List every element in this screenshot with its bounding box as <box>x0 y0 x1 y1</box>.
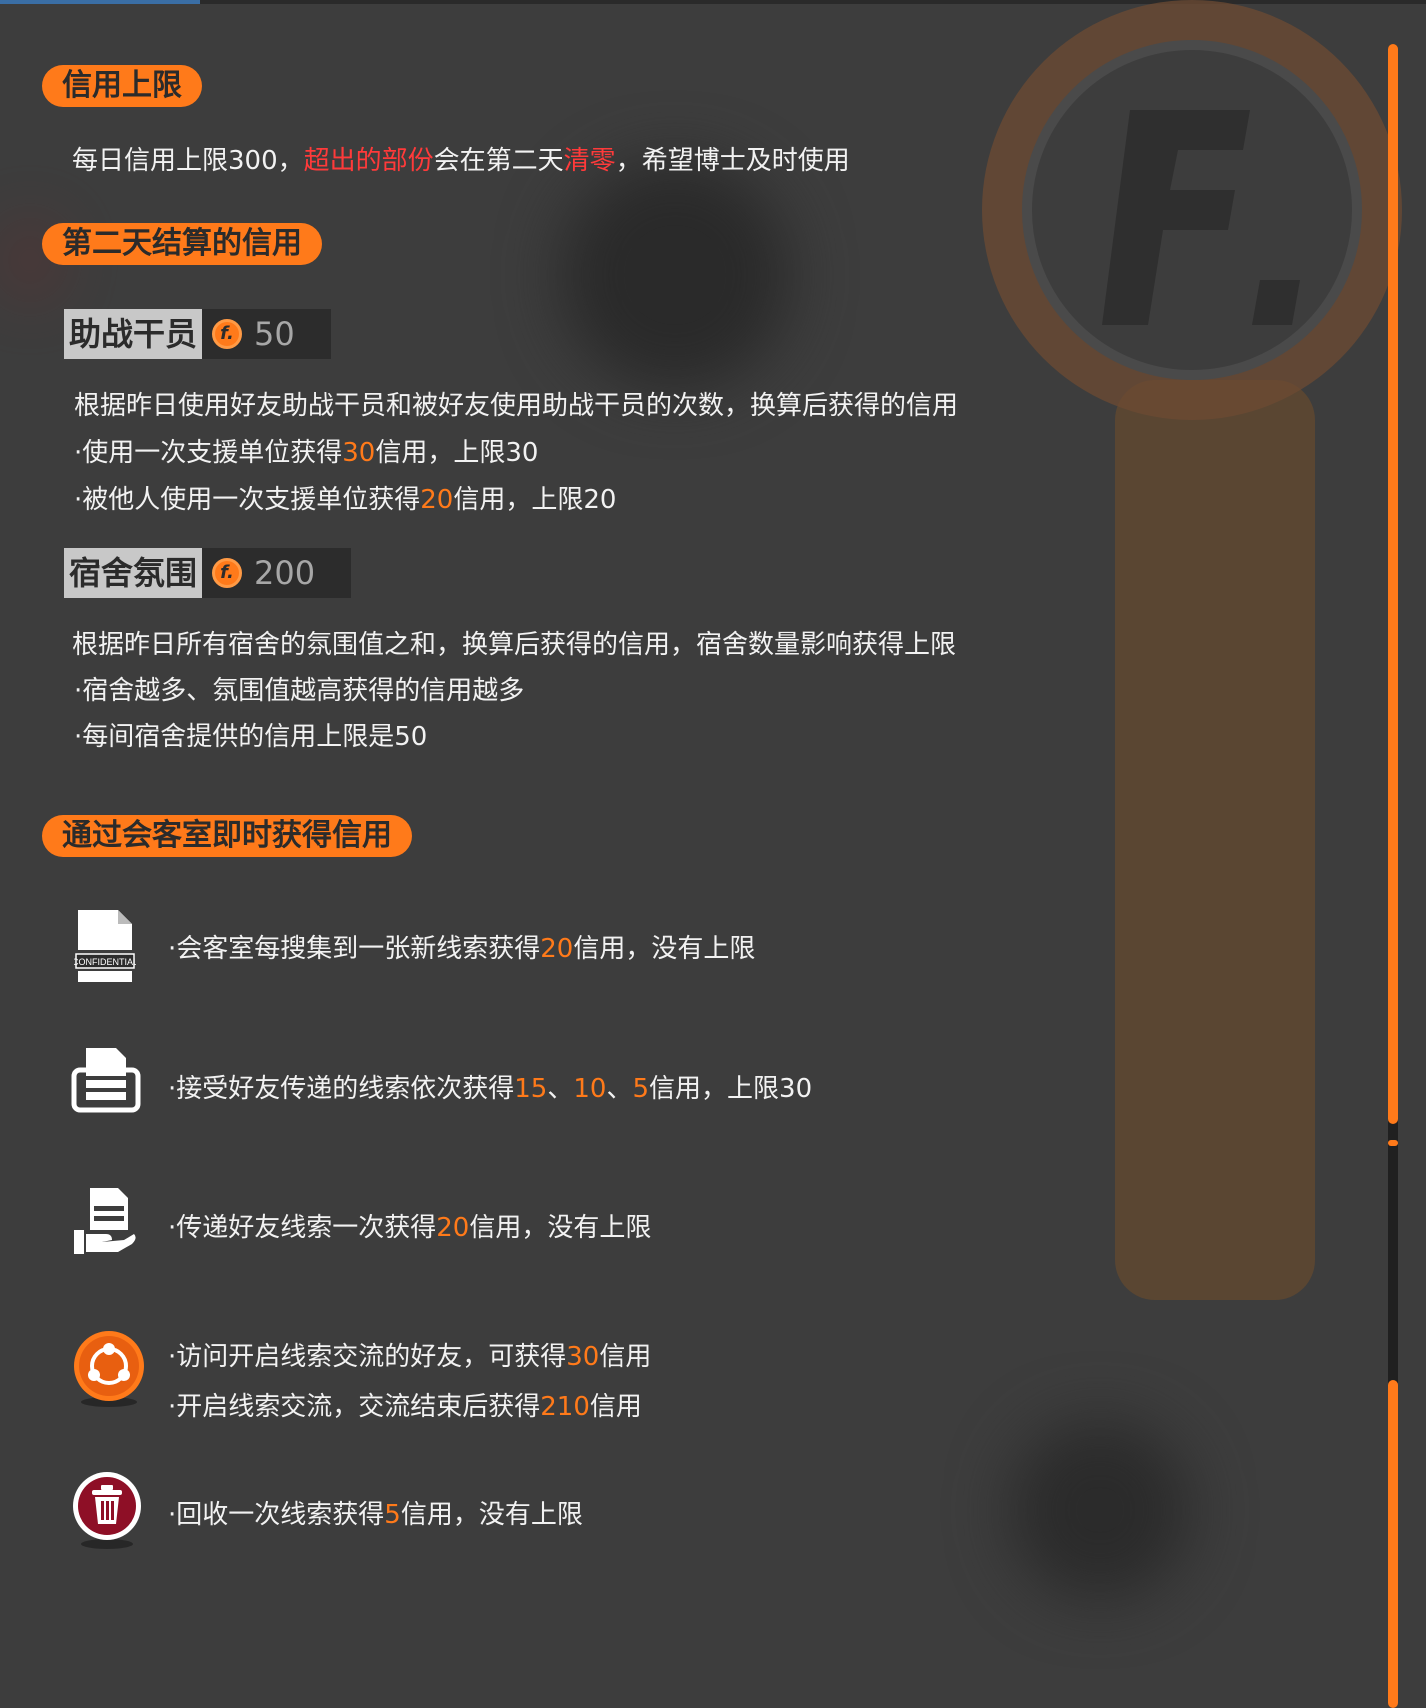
reception-rule-clue-exchange: ·开启线索交流，交流结束后获得210信用 <box>168 1392 642 1422</box>
reception-rule-recycle-clue: ·回收一次线索获得5信用，没有上限 <box>168 1500 583 1530</box>
section-header-next-day-credit: 第二天结算的信用 <box>42 223 322 265</box>
badge-label: 宿舍氛围 <box>64 548 203 598</box>
svg-text:CONFIDENTIAL: CONFIDENTIAL <box>74 957 136 967</box>
credit-coin-icon: f. <box>212 558 243 588</box>
reception-rule-collect-clue: ·会客室每搜集到一张新线索获得20信用，没有上限 <box>168 934 756 964</box>
section-header-credit-limit: 信用上限 <box>42 65 202 107</box>
reception-rule-send-clue: ·传递好友线索一次获得20信用，没有上限 <box>168 1213 652 1243</box>
scrollbar-thumb[interactable] <box>1388 44 1398 1124</box>
section-header-reception-credit: 通过会客室即时获得信用 <box>42 815 412 857</box>
background-blur <box>560 160 790 390</box>
trash-icon[interactable] <box>70 1470 144 1550</box>
support-rule-2: ·被他人使用一次支援单位获得20信用，上限20 <box>74 485 617 515</box>
dorm-ambience-badge: 宿舍氛围 f. 200 <box>64 548 352 598</box>
printer-icon <box>71 1048 141 1113</box>
support-operator-badge: 助战干员 f. 50 <box>64 309 331 359</box>
background-blur <box>1010 1420 1190 1600</box>
dorm-rule-1: ·宿舍越多、氛围值越高获得的信用越多 <box>74 676 525 706</box>
share-exchange-icon[interactable] <box>70 1328 148 1410</box>
hand-give-document-icon <box>74 1188 136 1254</box>
support-description: 根据昨日使用好友助战干员和被好友使用助战干员的次数，换算后获得的信用 <box>74 391 959 421</box>
dorm-rule-2: ·每间宿舍提供的信用上限是50 <box>74 722 428 752</box>
reception-rule-receive-clue: ·接受好友传递的线索依次获得15、10、5信用，上限30 <box>168 1074 813 1104</box>
confidential-file-icon: CONFIDENTIAL <box>74 910 136 982</box>
badge-value: f. 50 <box>202 309 331 359</box>
reception-rule-visit-friend: ·访问开启线索交流的好友，可获得30信用 <box>168 1342 652 1372</box>
badge-value: f. 200 <box>202 548 352 598</box>
credit-watermark-icon <box>982 0 1402 1300</box>
dorm-description: 根据昨日所有宿舍的氛围值之和，换算后获得的信用，宿舍数量影响获得上限 <box>72 630 957 660</box>
scrollbar-thumb-lower[interactable] <box>1388 1380 1398 1708</box>
badge-label: 助战干员 <box>64 309 203 359</box>
scrollbar-marker <box>1388 1140 1398 1146</box>
credit-limit-description: 每日信用上限300，超出的部份会在第二天清零，希望博士及时使用 <box>72 146 850 176</box>
credit-coin-icon: f. <box>212 319 243 349</box>
support-rule-1: ·使用一次支援单位获得30信用，上限30 <box>74 438 539 468</box>
